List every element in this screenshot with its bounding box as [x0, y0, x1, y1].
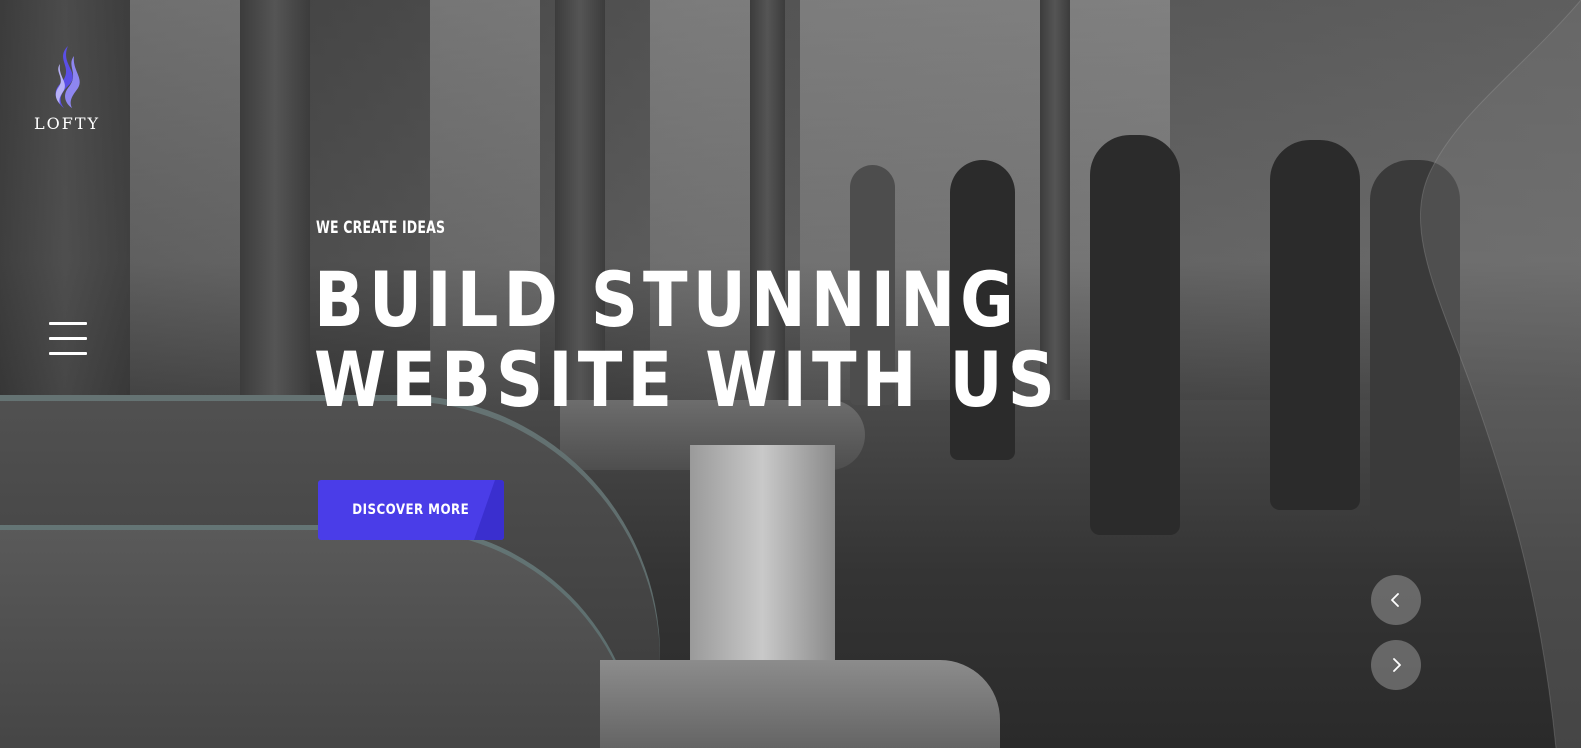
- button-accent-shape: [474, 480, 504, 540]
- hero-headline: BUILD STUNNING WEBSITE WITH US: [314, 255, 1060, 424]
- brand-logo[interactable]: LOFTY: [34, 44, 98, 133]
- discover-more-label: DISCOVER MORE: [352, 502, 470, 518]
- discover-more-button[interactable]: DISCOVER MORE: [318, 480, 504, 540]
- brand-name: LOFTY: [34, 114, 101, 133]
- chevron-left-icon: [1391, 593, 1399, 607]
- decorative-curve: [1419, 0, 1581, 748]
- chevron-right-icon: [1393, 658, 1401, 672]
- hero-eyebrow: WE CREATE IDEAS: [316, 218, 446, 238]
- flame-icon: [55, 46, 80, 108]
- slider-next-button[interactable]: [1371, 640, 1421, 690]
- hero-section: LOFTY WE CREATE IDEAS BUILD STUNNING WEB…: [0, 0, 1581, 748]
- hamburger-icon[interactable]: [49, 322, 87, 360]
- slider-prev-button[interactable]: [1371, 575, 1421, 625]
